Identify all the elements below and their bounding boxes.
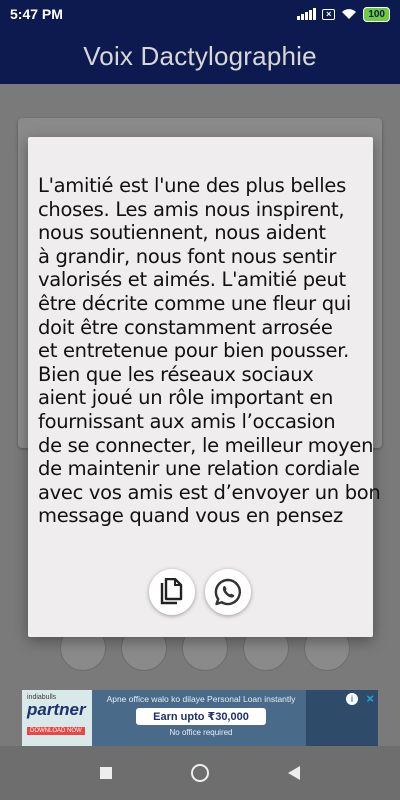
ad-offer: Earn upto ₹30,000 <box>136 708 266 725</box>
ad-download-button: DOWNLOAD NOW <box>27 727 85 735</box>
message-line: de maintenir une relation cordiale <box>38 457 360 481</box>
message-dialog: L'amitié est l'une des plus belles choses… <box>28 137 381 637</box>
ad-headline: Apne office walo ko dilaye Personal Loan… <box>106 694 296 704</box>
message-line: message quand vous en pensez <box>38 504 343 528</box>
message-line: nous soutiennent, nous aident <box>38 221 326 245</box>
no-sim-icon: × <box>322 8 336 20</box>
message-line: avec vos amis est d’envoyer un bon <box>38 480 381 504</box>
whatsapp-share-button[interactable] <box>205 569 251 615</box>
ad-logo: indiabulls partner DOWNLOAD NOW <box>22 690 92 746</box>
message-line: aient joué un rôle important en <box>38 386 334 410</box>
message-line: fournissant aux amis l’occasion <box>38 409 336 433</box>
message-line: être décrite comme une fleur qui <box>38 291 351 315</box>
message-line: doit être constamment arrosée <box>38 315 333 339</box>
message-line: à grandir, nous font nous sentir <box>38 244 337 268</box>
message-line: choses. Les amis nous inspirent, <box>38 197 345 221</box>
ad-close-icon[interactable]: × <box>366 691 374 706</box>
ad-text: Apne office walo ko dilaye Personal Loan… <box>96 694 306 737</box>
app-bar: Voix Dactylographie <box>0 28 400 84</box>
message-line: Bien que les réseaux sociaux <box>38 362 314 386</box>
message-line: et entretenue pour bien pousser. <box>38 339 350 363</box>
ad-brand: partner <box>27 700 86 719</box>
message-line: valorisés et aimés. L'amitié peut <box>38 268 346 292</box>
system-nav-bar <box>0 746 400 800</box>
status-time: 5:47 PM <box>10 6 63 22</box>
status-bar: 5:47 PM × 100 <box>0 0 400 28</box>
app-title: Voix Dactylographie <box>83 40 317 71</box>
message-line: de se connecter, le meilleur moyen <box>38 433 374 457</box>
message-line: L'amitié est l'une des plus belles <box>38 174 346 197</box>
home-icon[interactable] <box>190 764 209 782</box>
ad-subtext: No office required <box>169 728 233 737</box>
message-text: L'amitié est l'une des plus belles choses… <box>38 174 381 528</box>
ad-banner[interactable]: indiabulls partner DOWNLOAD NOW Apne off… <box>22 690 378 746</box>
recents-icon[interactable] <box>99 767 112 779</box>
battery-icon: 100 <box>363 6 390 22</box>
whatsapp-icon <box>214 578 241 606</box>
ad-info-icon[interactable]: i <box>346 693 358 705</box>
status-icons: × 100 <box>297 6 390 22</box>
wifi-icon <box>342 9 357 19</box>
signal-icon <box>297 8 317 20</box>
copy-button[interactable] <box>149 569 195 615</box>
copy-icon <box>160 578 183 605</box>
back-icon[interactable] <box>288 766 301 780</box>
